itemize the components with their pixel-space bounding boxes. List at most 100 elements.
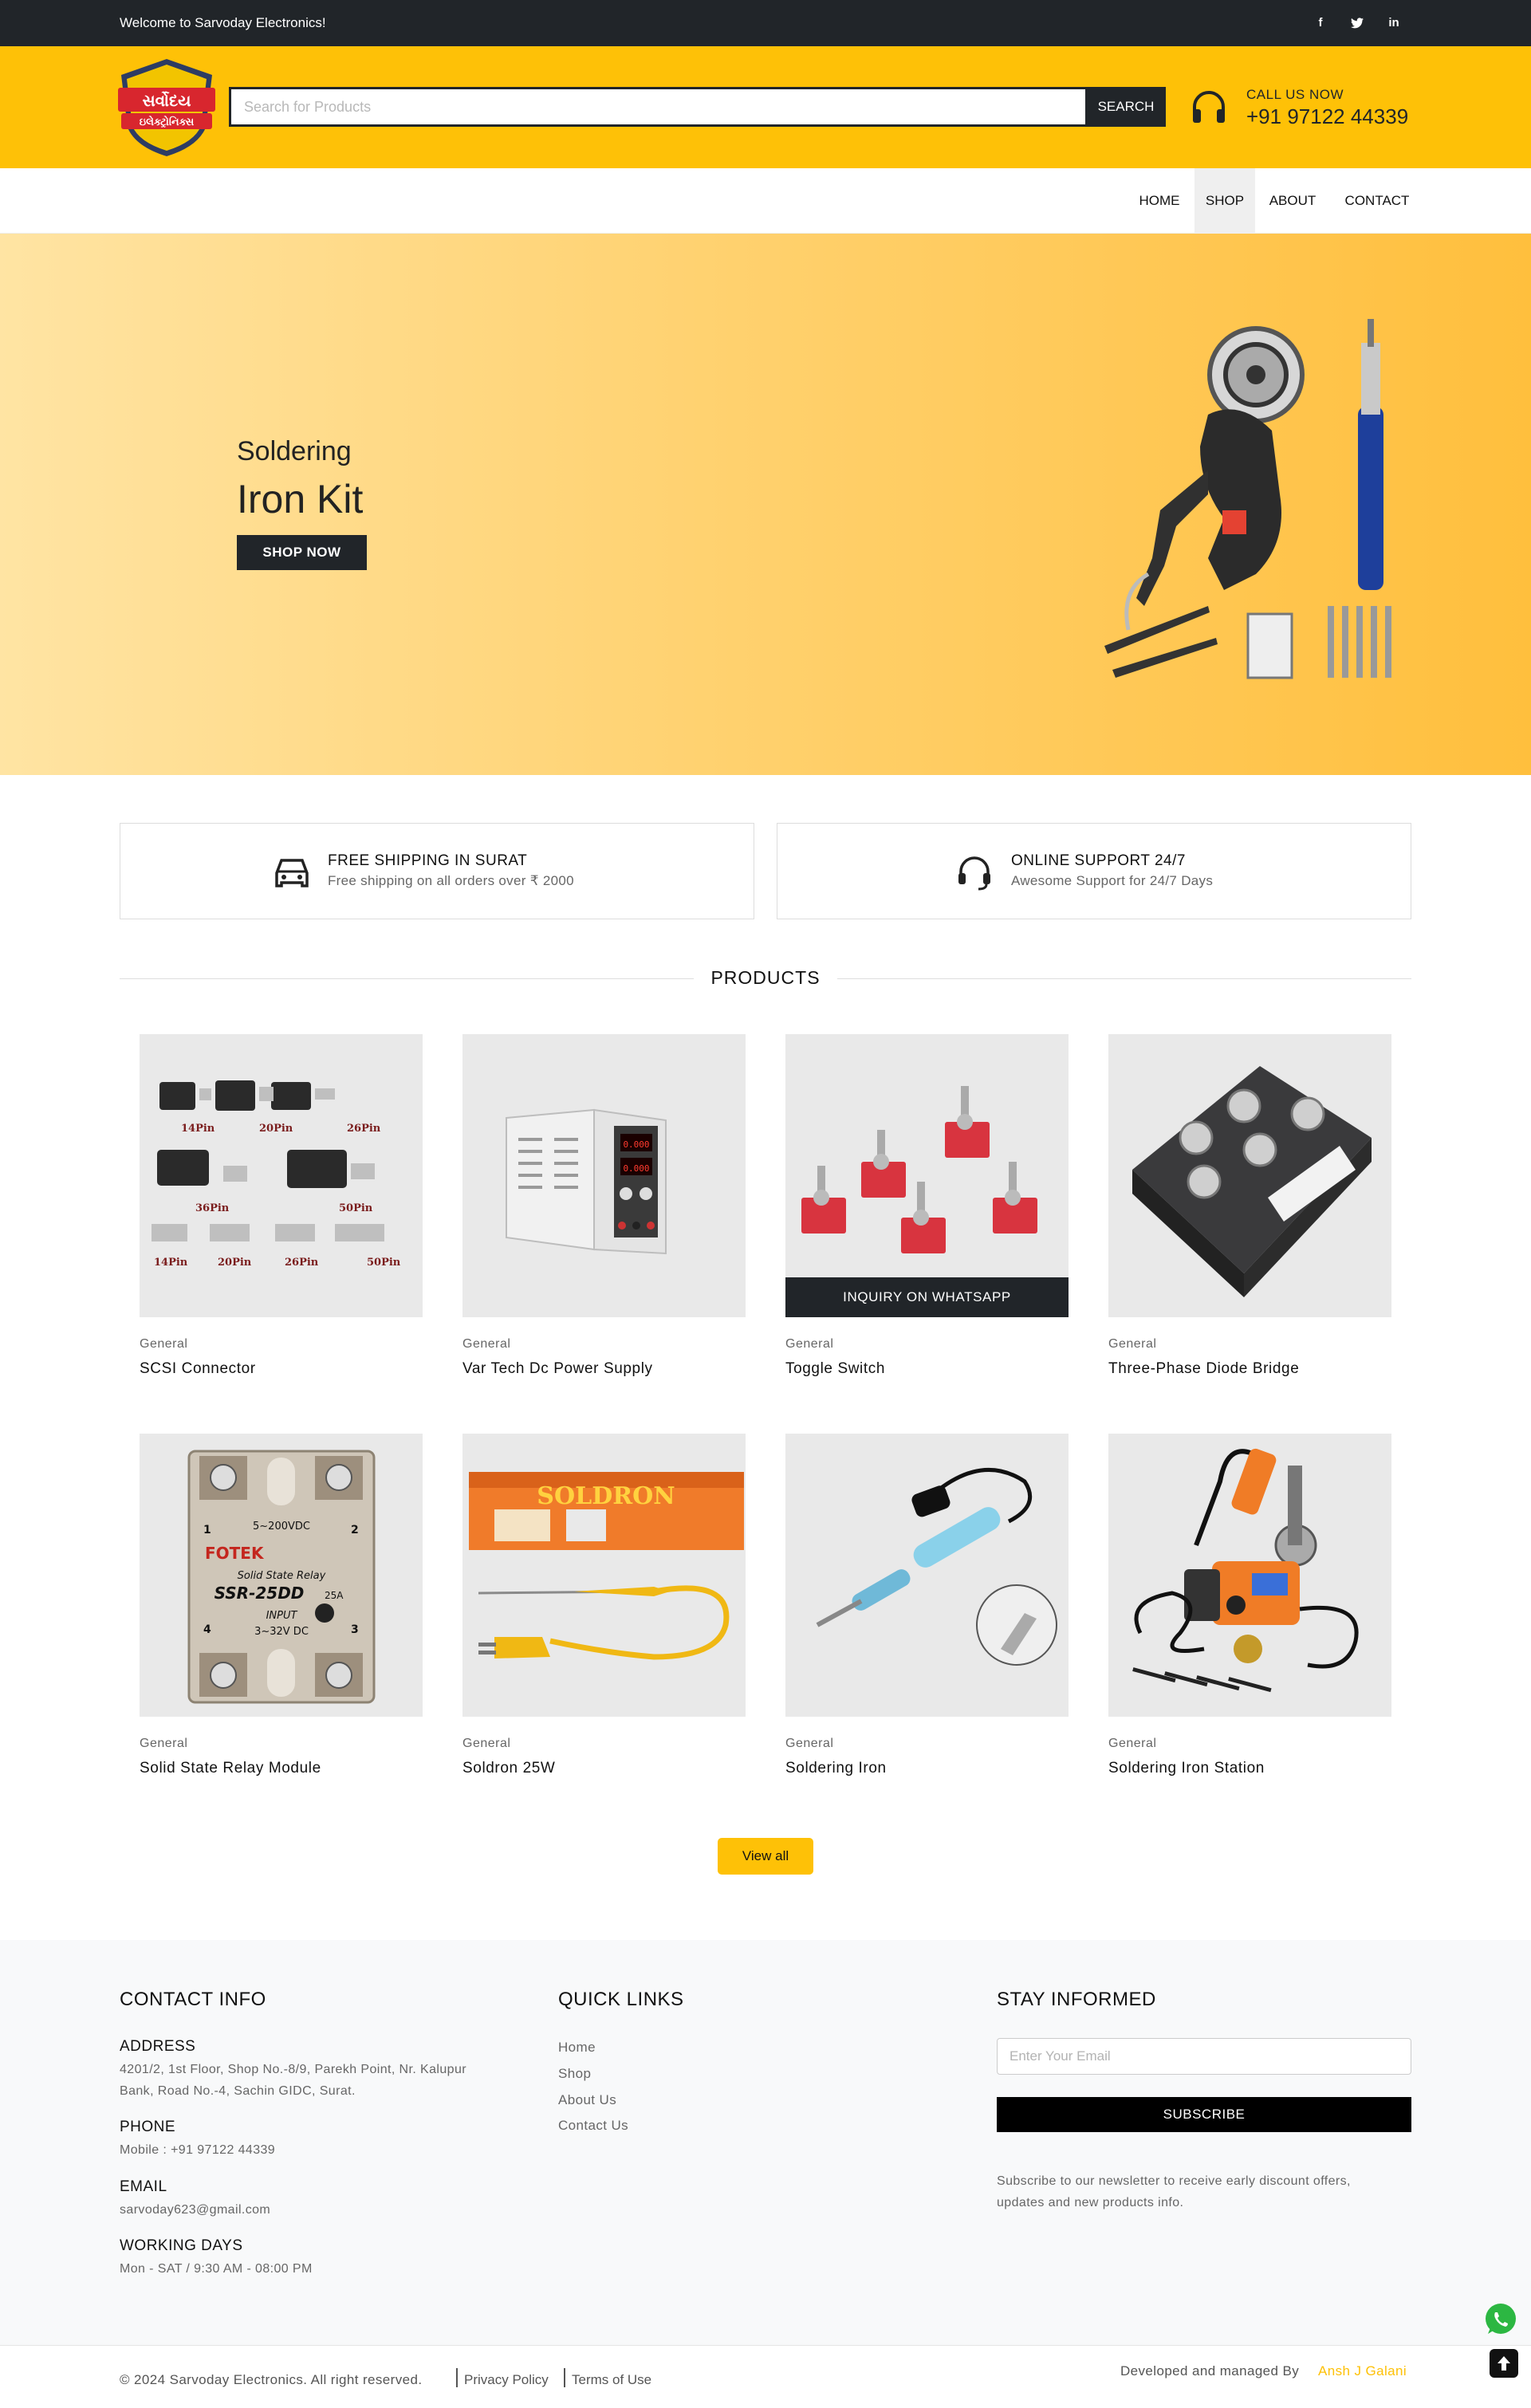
- product-image-scsi-connector[interactable]: 14Pin 20Pin 26Pin 36Pin 50Pin 14Pin 20Pi…: [140, 1034, 423, 1317]
- footer-link-home[interactable]: Home: [558, 2040, 596, 2056]
- footer-link-contact[interactable]: Contact Us: [558, 2118, 628, 2134]
- feature-free-shipping: FREE SHIPPING IN SURAT Free shipping on …: [120, 823, 754, 919]
- view-all-button[interactable]: View all: [718, 1838, 813, 1875]
- product-name[interactable]: Solid State Relay Module: [140, 1760, 321, 1777]
- product-image-power-supply[interactable]: 0.000 0.000: [462, 1034, 746, 1317]
- privacy-policy-link[interactable]: Privacy Policy: [464, 2372, 549, 2388]
- contact-heading: CONTACT INFO: [120, 1989, 266, 2010]
- product-card[interactable]: SOLDRON General Soldron 25W: [462, 1434, 746, 1776]
- subscribe-button[interactable]: SUBSCRIBE: [997, 2097, 1411, 2132]
- twitter-icon[interactable]: [1348, 14, 1367, 33]
- product-image-diode-bridge[interactable]: [1108, 1034, 1391, 1317]
- product-image-solid-state-relay[interactable]: 5~200VDC FOTEK Solid State Relay SSR-25D…: [140, 1434, 423, 1717]
- product-name[interactable]: Soldering Iron Station: [1108, 1760, 1265, 1777]
- newsletter-heading: STAY INFORMED: [997, 1989, 1156, 2010]
- pin-label: 14Pin: [181, 1123, 215, 1135]
- newsletter-email-input[interactable]: [998, 2039, 1411, 2074]
- footer-link-shop[interactable]: Shop: [558, 2066, 591, 2082]
- product-image-toggle-switch[interactable]: [785, 1034, 1069, 1317]
- phone-text: Mobile : +91 97122 44339: [120, 2143, 276, 2157]
- pin-label: 14Pin: [154, 1257, 188, 1269]
- product-name[interactable]: Var Tech Dc Power Supply: [462, 1360, 653, 1378]
- feature-desc: Free shipping on all orders over ₹ 2000: [328, 873, 574, 888]
- search-input[interactable]: [231, 89, 1085, 124]
- call-number[interactable]: +91 97122 44339: [1246, 104, 1408, 129]
- ssr-label: 1: [203, 1524, 211, 1536]
- product-card[interactable]: 14Pin 20Pin 26Pin 36Pin 50Pin 14Pin 20Pi…: [140, 1034, 423, 1377]
- product-category: General: [1108, 1737, 1157, 1750]
- ssr-label: 5~200VDC: [253, 1521, 310, 1533]
- divider: [120, 978, 694, 979]
- feature-title: FREE SHIPPING IN SURAT: [328, 852, 528, 869]
- soldron-brand: SOLDRON: [537, 1482, 675, 1510]
- product-name[interactable]: SCSI Connector: [140, 1360, 256, 1378]
- display-current: 0.000: [623, 1163, 649, 1174]
- welcome-text: Welcome to Sarvoday Electronics!: [120, 15, 326, 30]
- product-name[interactable]: Soldering Iron: [785, 1760, 887, 1777]
- product-category: General: [140, 1337, 188, 1351]
- headset-icon: [956, 854, 993, 891]
- nav-about[interactable]: ABOUT: [1260, 168, 1325, 234]
- nav-shop[interactable]: SHOP: [1194, 168, 1255, 234]
- product-image-soldering-iron[interactable]: [785, 1434, 1069, 1717]
- ssr-label: 25A: [325, 1590, 344, 1601]
- pin-label: 20Pin: [218, 1257, 252, 1269]
- whatsapp-icon[interactable]: [1483, 2302, 1518, 2337]
- nav-contact[interactable]: CONTACT: [1332, 168, 1423, 234]
- newsletter-text: updates and new products info.: [997, 2196, 1184, 2209]
- pin-label: 26Pin: [285, 1257, 319, 1269]
- hero-title: Iron Kit: [237, 477, 364, 521]
- product-card[interactable]: 0.000 0.000 General Var Tech Dc Power Su…: [462, 1034, 746, 1377]
- terms-link[interactable]: Terms of Use: [572, 2372, 651, 2388]
- pin-label: 26Pin: [347, 1123, 381, 1135]
- address-line: 4201/2, 1st Floor, Shop No.-8/9, Parekh …: [120, 2063, 466, 2076]
- ssr-brand: FOTEK: [205, 1544, 265, 1563]
- product-card[interactable]: General Soldering Iron Station: [1108, 1434, 1391, 1776]
- product-category: General: [1108, 1337, 1157, 1351]
- feature-title: ONLINE SUPPORT 24/7: [1011, 852, 1186, 869]
- product-card[interactable]: General Three-Phase Diode Bridge: [1108, 1034, 1391, 1377]
- inquiry-whatsapp-button[interactable]: INQUIRY ON WHATSAPP: [785, 1277, 1069, 1317]
- product-card[interactable]: 5~200VDC FOTEK Solid State Relay SSR-25D…: [140, 1434, 423, 1776]
- shop-now-button[interactable]: SHOP NOW: [237, 535, 367, 570]
- call-label: CALL US NOW: [1246, 87, 1344, 102]
- email-box: [997, 2038, 1411, 2075]
- soldering-kit-image: [1088, 311, 1423, 686]
- arrow-up-icon: [1498, 2356, 1510, 2371]
- car-icon: [274, 854, 310, 891]
- search-button[interactable]: SEARCH: [1086, 87, 1166, 127]
- product-category: General: [462, 1737, 511, 1750]
- copyright: © 2024 Sarvoday Electronics. All right r…: [120, 2372, 423, 2387]
- logo[interactable]: સર્વોદય ઇલેક્ટ્રોનિક્સ: [118, 57, 215, 158]
- product-category: General: [785, 1737, 834, 1750]
- product-name[interactable]: Three-Phase Diode Bridge: [1108, 1360, 1299, 1378]
- headphones-icon: [1190, 88, 1228, 126]
- working-days-text: Mon - SAT / 9:30 AM - 08:00 PM: [120, 2262, 313, 2276]
- nav-home[interactable]: HOME: [1128, 168, 1191, 234]
- display-voltage: 0.000: [623, 1139, 649, 1150]
- email-text[interactable]: sarvoday623@gmail.com: [120, 2199, 270, 2221]
- linkedin-icon[interactable]: in: [1384, 14, 1403, 33]
- address-line: Bank, Road No.-4, Sachin GIDC, Surat.: [120, 2084, 356, 2098]
- product-category: General: [462, 1337, 511, 1351]
- product-category: General: [785, 1337, 834, 1351]
- product-card[interactable]: INQUIRY ON WHATSAPP General Toggle Switc…: [785, 1034, 1069, 1377]
- pin-label: 20Pin: [259, 1123, 293, 1135]
- hero-subtitle: Soldering: [237, 436, 352, 466]
- product-card[interactable]: General Soldering Iron: [785, 1434, 1069, 1776]
- pin-label: 36Pin: [195, 1202, 230, 1214]
- pin-label: 50Pin: [339, 1202, 373, 1214]
- ssr-label: 3: [351, 1623, 359, 1636]
- divider: [564, 2368, 565, 2387]
- ssr-label: 4: [203, 1623, 211, 1636]
- developer-link[interactable]: Ansh J Galani: [1318, 2363, 1407, 2379]
- footer-link-about[interactable]: About Us: [558, 2092, 616, 2108]
- logo-text-top: સર્વોદય: [142, 91, 191, 110]
- divider: [837, 978, 1411, 979]
- product-image-soldron[interactable]: SOLDRON: [462, 1434, 746, 1717]
- product-name[interactable]: Soldron 25W: [462, 1760, 555, 1777]
- product-name[interactable]: Toggle Switch: [785, 1360, 885, 1378]
- facebook-icon[interactable]: f: [1311, 14, 1330, 33]
- back-to-top-button[interactable]: [1490, 2349, 1518, 2378]
- product-image-soldering-station[interactable]: [1108, 1434, 1391, 1717]
